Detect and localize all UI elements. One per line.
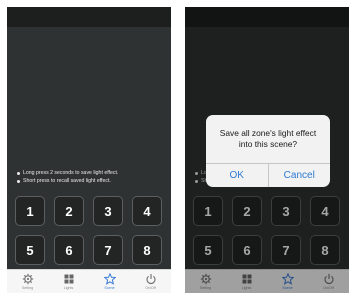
hint-text: Short press to recall saved light effect…: [23, 178, 111, 184]
scene-button-8[interactable]: 8: [132, 235, 162, 265]
power-icon: [145, 273, 156, 284]
tab-lights[interactable]: Lights: [48, 270, 89, 293]
tab-label: On/Off: [145, 285, 156, 290]
scene-button-5[interactable]: 5: [15, 235, 45, 265]
tab-onoff[interactable]: On/Off: [130, 270, 171, 293]
scene-button-6[interactable]: 6: [54, 235, 84, 265]
scene-button-3[interactable]: 3: [93, 196, 123, 226]
tab-setting[interactable]: Setting: [7, 270, 48, 293]
tab-scene[interactable]: Scene: [89, 270, 130, 293]
hint-list: Long press 2 seconds to save light effec…: [17, 169, 167, 185]
tab-label: Scene: [104, 285, 115, 290]
cancel-button[interactable]: Cancel: [267, 164, 331, 187]
hint-item: Long press 2 seconds to save light effec…: [17, 169, 167, 177]
tab-label: Lights: [63, 285, 74, 290]
scene-button-2[interactable]: 2: [54, 196, 84, 226]
tab-label: Setting: [21, 285, 34, 290]
bullet-icon: [17, 179, 20, 183]
dialog-message: Save all zone's light effect into this s…: [219, 128, 317, 149]
scene-button-1[interactable]: 1: [15, 196, 45, 226]
tab-bar: Setting Lights Scene On/Off: [7, 269, 171, 293]
bullet-icon: [17, 171, 20, 175]
scene-button-7[interactable]: 7: [93, 235, 123, 265]
dialog-actions: OK Cancel: [206, 163, 330, 187]
gear-icon: [22, 273, 33, 284]
scene-keypad: 1 2 3 4 5 6 7 8: [15, 196, 163, 265]
status-bar: [7, 7, 171, 27]
scene-button-4[interactable]: 4: [132, 196, 162, 226]
scene-screen-dialog: Long press 2 seconds to save light effec…: [185, 7, 349, 293]
hint-item: Short press to recall saved light effect…: [17, 177, 167, 185]
hint-text: Long press 2 seconds to save light effec…: [23, 170, 119, 176]
scene-screen: Long press 2 seconds to save light effec…: [7, 7, 171, 293]
ok-button[interactable]: OK: [206, 164, 268, 187]
save-scene-dialog: Save all zone's light effect into this s…: [206, 115, 330, 187]
lights-grid-icon: [64, 274, 73, 283]
star-icon: [103, 272, 116, 285]
